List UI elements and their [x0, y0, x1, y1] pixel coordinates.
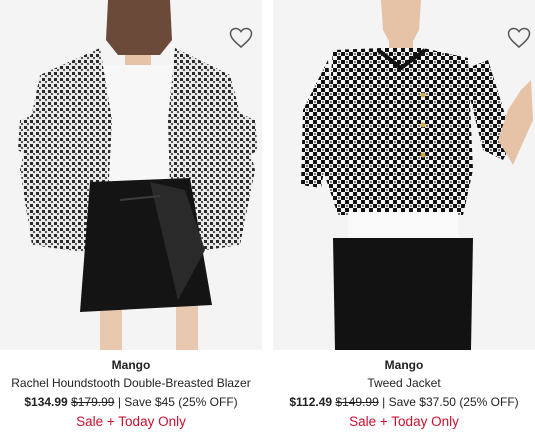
savings-text: | Save $45 (25% OFF) [117, 395, 238, 409]
price-line: $134.99 $179.99 | Save $45 (25% OFF) [0, 392, 262, 412]
product-grid: Mango Rachel Houndstooth Double-Breasted… [0, 0, 535, 435]
original-price: $149.99 [335, 395, 379, 409]
heart-outline-icon[interactable] [507, 27, 531, 49]
promo-label: Sale + Today Only [349, 414, 459, 429]
savings-text: | Save $37.50 (25% OFF) [382, 395, 519, 409]
product-info: Mango Rachel Houndstooth Double-Breasted… [0, 356, 262, 432]
sale-price: $112.49 [289, 395, 333, 409]
product-info: Mango Tweed Jacket $112.49 $149.99 | Sav… [273, 356, 535, 432]
product-brand[interactable]: Mango [273, 356, 535, 374]
product-image[interactable] [0, 0, 262, 350]
sale-price: $134.99 [24, 395, 68, 409]
product-image[interactable] [273, 0, 535, 350]
product-card[interactable]: Mango Rachel Houndstooth Double-Breasted… [0, 0, 262, 435]
product-brand[interactable]: Mango [0, 356, 262, 374]
heart-outline-icon[interactable] [229, 27, 253, 49]
original-price: $179.99 [71, 395, 115, 409]
promo-label: Sale + Today Only [76, 414, 186, 429]
price-line: $112.49 $149.99 | Save $37.50 (25% OFF) [273, 392, 535, 412]
product-card[interactable]: Mango Tweed Jacket $112.49 $149.99 | Sav… [273, 0, 535, 435]
product-title[interactable]: Rachel Houndstooth Double-Breasted Blaze… [0, 374, 262, 392]
product-title[interactable]: Tweed Jacket [273, 374, 535, 392]
